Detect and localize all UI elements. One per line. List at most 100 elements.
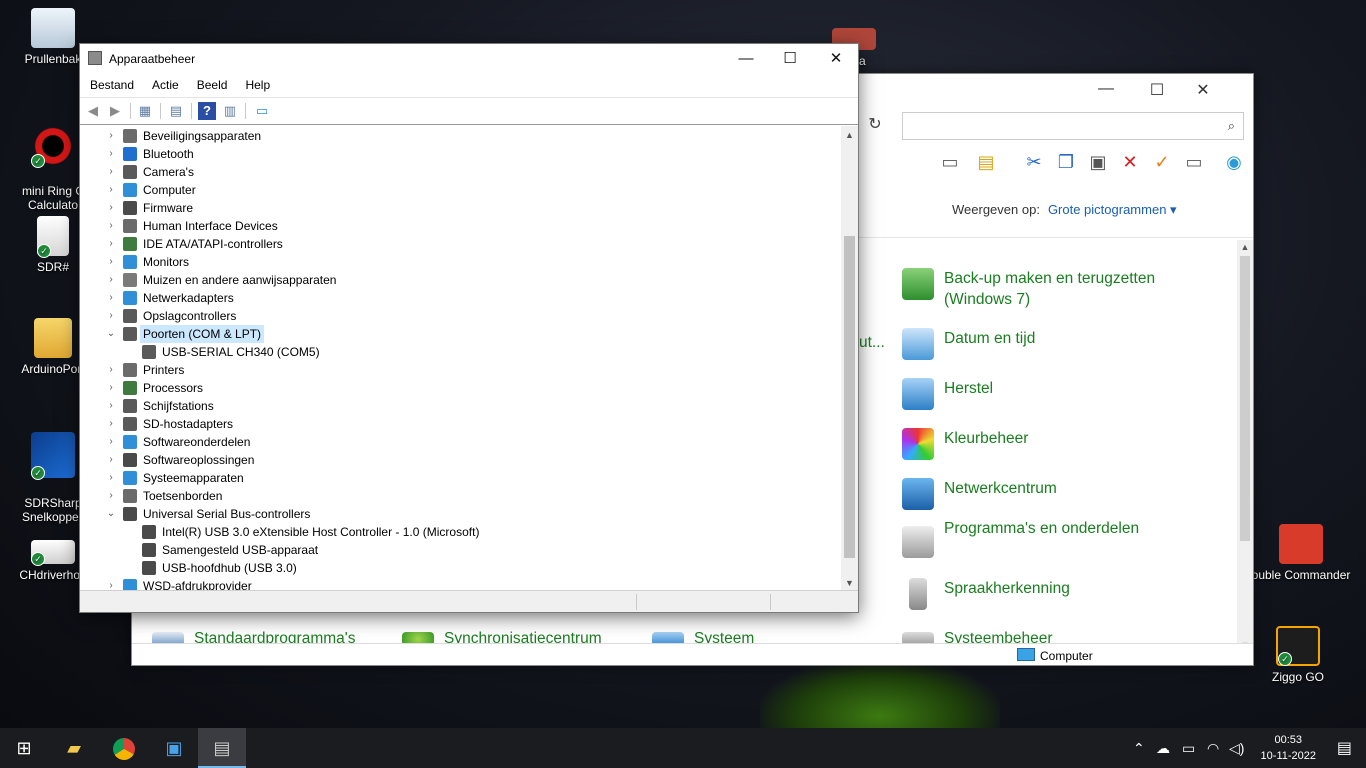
view-by: Weergeven op: Grote pictogrammen ▾	[952, 202, 1177, 218]
chevron-right-icon[interactable]: ›	[105, 289, 117, 307]
taskbar-device-manager[interactable]: ▤	[198, 728, 246, 768]
chevron-right-icon[interactable]: ›	[105, 397, 117, 415]
chevron-down-icon[interactable]: ▾	[1166, 202, 1177, 217]
control-panel-truncated-item[interactable]: ut...	[859, 332, 885, 353]
rename-icon[interactable]: ▭	[1182, 150, 1206, 174]
chevron-right-icon[interactable]: ›	[105, 451, 117, 469]
monitor-icon	[123, 255, 137, 269]
cp-item-date-time[interactable]: Datum en tijd	[902, 328, 1164, 360]
cp-item-color[interactable]: Kleurbeheer	[902, 428, 1164, 460]
cp-item-speech[interactable]: Spraakherkenning	[909, 578, 1164, 610]
wifi-icon[interactable]: ◠	[1207, 728, 1219, 768]
chevron-right-icon[interactable]: ›	[105, 415, 117, 433]
status-cell	[770, 594, 771, 610]
usb-device-icon	[142, 543, 156, 557]
taskbar-chrome[interactable]	[100, 728, 148, 768]
notifications-icon[interactable]: ▤	[1337, 738, 1352, 758]
chevron-right-icon[interactable]: ›	[105, 163, 117, 181]
chevron-right-icon[interactable]: ›	[105, 361, 117, 379]
show-hide-tree-icon[interactable]: ▦	[136, 102, 154, 120]
scroll-up-icon[interactable]: ▲	[841, 130, 858, 140]
control-panel-scrollbar[interactable]: ▲ ▼	[1237, 240, 1253, 650]
check-icon[interactable]: ✓	[1150, 150, 1174, 174]
chevron-down-icon[interactable]: ⌄	[105, 325, 117, 343]
scroll-up-icon[interactable]: ▲	[1237, 242, 1253, 252]
device-tree[interactable]: › Beveiligingsapparaten › Bluetooth › Camera'…	[80, 126, 844, 590]
chevron-down-icon[interactable]: ⌄	[105, 505, 117, 523]
cut-icon[interactable]: ✂	[1022, 150, 1046, 174]
properties-icon[interactable]: ▤	[167, 102, 185, 120]
chevron-right-icon[interactable]: ›	[105, 469, 117, 487]
scroll-down-icon[interactable]: ▼	[841, 578, 858, 588]
scroll-thumb[interactable]	[1240, 256, 1250, 541]
action-pane-icon[interactable]: ▥	[221, 102, 239, 120]
menu-actie[interactable]: Actie	[143, 75, 188, 92]
onedrive-icon[interactable]: ☁	[1156, 728, 1170, 768]
search-input[interactable]: ⌕	[902, 112, 1244, 140]
chevron-right-icon[interactable]: ›	[105, 217, 117, 235]
minimize-button[interactable]: —	[723, 44, 769, 74]
refresh-button[interactable]: ↻	[860, 112, 890, 140]
chevron-right-icon[interactable]: ›	[105, 145, 117, 163]
help-icon[interactable]: ?	[198, 102, 216, 120]
paste-icon[interactable]: ▣	[1086, 150, 1110, 174]
tree-label: Netwerkadapters	[143, 291, 234, 305]
toolbar-separator	[245, 103, 246, 119]
tree-label: WSD-afdrukprovider	[143, 579, 252, 590]
clock[interactable]: 00:53 10-11-2022	[1261, 732, 1316, 764]
view-by-dropdown[interactable]: Grote pictogrammen	[1048, 202, 1167, 217]
chevron-right-icon[interactable]: ›	[105, 127, 117, 145]
taskbar-control-panel[interactable]: ▣	[150, 728, 198, 768]
volume-icon[interactable]: ◁)	[1229, 728, 1244, 768]
battery-icon[interactable]: ▭	[1182, 728, 1195, 768]
menu-beeld[interactable]: Beeld	[188, 75, 237, 92]
bluetooth-icon	[123, 147, 137, 161]
chevron-right-icon[interactable]: ›	[105, 235, 117, 253]
maximize-button[interactable]: ☐	[1134, 80, 1180, 100]
layout-icon[interactable]: ▭	[938, 150, 962, 174]
start-button[interactable]: ⊞	[0, 728, 48, 768]
device-manager-titlebar[interactable]: Apparaatbeheer — ☐ ✕	[80, 44, 858, 75]
close-button[interactable]: ✕	[1180, 80, 1226, 100]
scroll-thumb[interactable]	[844, 236, 855, 558]
tree-label: SD-hostadapters	[143, 417, 234, 431]
shell-icon[interactable]: ◉	[1222, 150, 1246, 174]
network-adapter-icon	[123, 291, 137, 305]
tray-overflow-icon[interactable]: ⌃	[1133, 728, 1145, 768]
chevron-right-icon[interactable]: ›	[105, 433, 117, 451]
forward-arrow-icon[interactable]: ▶	[106, 102, 124, 120]
chevron-right-icon[interactable]: ›	[105, 577, 117, 590]
back-arrow-icon[interactable]: ◀	[84, 102, 102, 120]
delete-icon[interactable]: ✕	[1118, 150, 1142, 174]
chevron-right-icon[interactable]: ›	[105, 487, 117, 505]
desktop-icon-double-commander[interactable]: ouble Commander	[1246, 524, 1356, 582]
menu-bestand[interactable]: Bestand	[80, 75, 143, 92]
chevron-right-icon[interactable]: ›	[105, 307, 117, 325]
properties-icon[interactable]: ▤	[974, 150, 998, 174]
copy-icon[interactable]: ❐	[1054, 150, 1078, 174]
maximize-button[interactable]: ☐	[767, 44, 813, 74]
device-tree-scrollbar[interactable]: ▲ ▼	[841, 126, 858, 590]
desktop-icon-ziggo-go[interactable]: ✓ Ziggo GO	[1258, 626, 1338, 684]
cp-item-recovery[interactable]: Herstel	[902, 378, 1164, 410]
device-manager-window[interactable]: Apparaatbeheer — ☐ ✕ Bestand Actie Beeld He…	[79, 43, 859, 613]
cp-item-network[interactable]: Netwerkcentrum	[902, 478, 1164, 510]
sd-host-icon	[123, 417, 137, 431]
cp-item-programs[interactable]: Programma's en onderdelen	[902, 518, 1164, 558]
software-component-icon	[123, 435, 137, 449]
menu-help[interactable]: Help	[236, 75, 279, 92]
control-panel-statusbar: Computer	[132, 643, 1253, 665]
tree-label: Intel(R) USB 3.0 eXtensible Host Control…	[162, 525, 480, 539]
chevron-right-icon[interactable]: ›	[105, 271, 117, 289]
close-button[interactable]: ✕	[813, 44, 859, 74]
minimize-button[interactable]: —	[1083, 80, 1129, 98]
chevron-right-icon[interactable]: ›	[105, 379, 117, 397]
sync-check-icon: ✓	[31, 466, 45, 480]
chevron-right-icon[interactable]: ›	[105, 253, 117, 271]
taskbar-file-explorer[interactable]: ▰	[50, 728, 98, 768]
chevron-right-icon[interactable]: ›	[105, 181, 117, 199]
cp-item-backup[interactable]: Back-up maken en terugzetten (Windows 7)	[902, 268, 1164, 310]
scan-hardware-icon[interactable]: ▭	[253, 102, 271, 120]
chevron-right-icon[interactable]: ›	[105, 199, 117, 217]
tree-label: USB-hoofdhub (USB 3.0)	[162, 561, 297, 575]
